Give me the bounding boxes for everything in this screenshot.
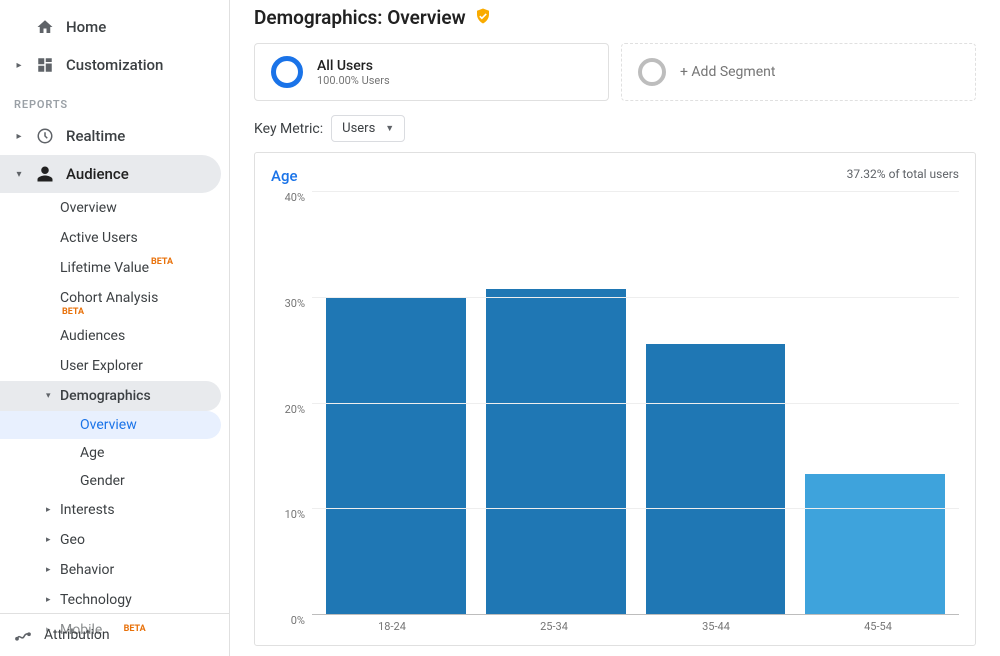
chart-note: 37.32% of total users — [847, 167, 959, 181]
beta-badge: BETA — [124, 624, 146, 634]
chart-title[interactable]: Age — [271, 167, 297, 185]
caret-down-icon: ▾ — [14, 169, 24, 180]
caret-right-icon: ▸ — [46, 535, 51, 545]
attribution-icon — [14, 626, 32, 644]
segment-row: All Users 100.00% Users + Add Segment — [254, 43, 976, 101]
chart-card: Age 37.32% of total users 40%30%20%10%0%… — [254, 152, 976, 646]
caret-right-icon: ▸ — [46, 565, 51, 575]
add-segment[interactable]: + Add Segment — [621, 43, 976, 101]
nav-active-users[interactable]: Active Users — [0, 223, 229, 253]
chart-x-tick: 35-44 — [635, 614, 797, 639]
chart-y-axis: 40%30%20%10%0% — [271, 191, 311, 614]
chart-x-tick: 25-34 — [473, 614, 635, 639]
nav-lifetime-value[interactable]: Lifetime ValueBETA — [0, 253, 229, 283]
nav-technology[interactable]: ▸Technology — [0, 585, 229, 615]
nav-audience[interactable]: ▾ Audience — [0, 155, 221, 193]
segment-circle-icon — [271, 56, 303, 88]
verified-shield-icon — [474, 7, 492, 29]
caret-right-icon: ▸ — [46, 595, 51, 605]
nav-audiences[interactable]: Audiences — [0, 321, 229, 351]
chart-gridline — [312, 297, 959, 298]
nav-audience-overview[interactable]: Overview — [0, 193, 229, 223]
caret-icon: ▸ — [14, 131, 24, 142]
person-icon — [36, 165, 54, 183]
key-metric-select[interactable]: Users ▼ — [331, 115, 405, 142]
nav-demographics-gender[interactable]: Gender — [0, 467, 229, 495]
page-title: Demographics: Overview — [254, 6, 466, 29]
nav-behavior[interactable]: ▸Behavior — [0, 555, 229, 585]
chart-gridline — [312, 403, 959, 404]
chart-bar[interactable] — [805, 474, 945, 614]
nav-attribution-label: Attribution — [44, 627, 110, 643]
beta-badge: BETA — [151, 257, 173, 267]
segment-circle-icon — [638, 58, 666, 86]
nav-interests[interactable]: ▸Interests — [0, 495, 229, 525]
nav-demographics-overview[interactable]: Overview — [0, 411, 221, 439]
chart-x-tick: 18-24 — [311, 614, 473, 639]
customization-icon — [36, 56, 54, 74]
segment-title: All Users — [317, 58, 390, 74]
caret-icon: ▸ — [14, 60, 24, 71]
key-metric-label: Key Metric: — [254, 121, 323, 137]
key-metric-value: Users — [342, 121, 375, 136]
chart-bar[interactable] — [326, 297, 466, 614]
chevron-down-icon: ▼ — [385, 123, 394, 134]
nav-realtime-label: Realtime — [66, 127, 125, 145]
chart-bar[interactable] — [646, 344, 786, 614]
caret-right-icon: ▸ — [46, 505, 51, 515]
chart-header: Age 37.32% of total users — [271, 167, 959, 185]
chart-plot — [311, 191, 959, 614]
chart-bar[interactable] — [486, 289, 626, 614]
clock-icon — [36, 127, 54, 145]
nav-home-label: Home — [66, 18, 106, 36]
nav-user-explorer[interactable]: User Explorer — [0, 351, 229, 381]
home-icon — [36, 18, 54, 36]
nav-customization-label: Customization — [66, 56, 163, 74]
nav-home[interactable]: Home — [0, 8, 229, 46]
chart-x-tick: 45-54 — [797, 614, 959, 639]
page-title-row: Demographics: Overview — [254, 6, 976, 29]
main-content: Demographics: Overview All Users 100.00%… — [230, 0, 1000, 656]
nav-customization[interactable]: ▸ Customization — [0, 46, 229, 84]
nav-cohort-analysis[interactable]: Cohort AnalysisBETA — [0, 283, 229, 313]
nav-demographics-age[interactable]: Age — [0, 439, 229, 467]
nav-realtime[interactable]: ▸ Realtime — [0, 117, 229, 155]
reports-header: REPORTS — [0, 84, 229, 117]
caret-down-icon: ▾ — [46, 391, 51, 401]
chart-gridline — [312, 508, 959, 509]
segment-all-users[interactable]: All Users 100.00% Users — [254, 43, 609, 101]
sidebar: Home ▸ Customization REPORTS ▸ Realtime … — [0, 0, 230, 656]
segment-subtitle: 100.00% Users — [317, 74, 390, 87]
chart-x-axis: 18-2425-3435-4445-54 — [311, 614, 959, 639]
nav-attribution[interactable]: Attribution BETA — [0, 613, 229, 656]
beta-badge: BETA — [62, 307, 84, 317]
nav-geo[interactable]: ▸Geo — [0, 525, 229, 555]
chart-gridline — [312, 191, 959, 192]
chart-area: 40%30%20%10%0% — [271, 191, 959, 614]
nav-audience-label: Audience — [66, 165, 129, 183]
key-metric-row: Key Metric: Users ▼ — [254, 115, 976, 142]
chart-gridline — [312, 614, 959, 615]
add-segment-label: + Add Segment — [680, 64, 775, 80]
nav-demographics[interactable]: ▾Demographics — [0, 381, 221, 411]
